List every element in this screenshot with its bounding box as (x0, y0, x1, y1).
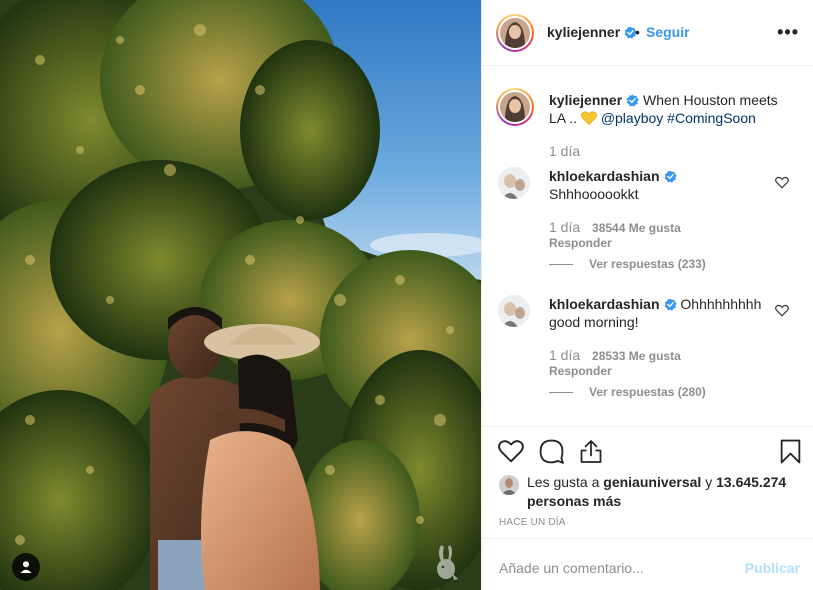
liker-username[interactable]: geniauniversal (603, 474, 701, 490)
likes-text: Les gusta a geniauniversal y 13.645.274 … (499, 473, 789, 511)
post-actions: Les gusta a geniauniversal y 13.645.274 … (482, 426, 813, 538)
publish-button[interactable]: Publicar (745, 560, 800, 576)
mention-link[interactable]: @playboy (601, 110, 663, 126)
follow-button[interactable]: Seguir (646, 24, 690, 40)
photo-scene (0, 0, 481, 590)
comment-text: khloekardashian Shhhoooookkt (549, 167, 764, 203)
likes-prefix: Les gusta a (527, 474, 600, 490)
post-header: kyliejenner • Seguir ••• (482, 0, 813, 66)
post-side-panel: kyliejenner • Seguir ••• kyliejenner Whe… (481, 0, 813, 590)
reply-button[interactable]: Responder (549, 364, 612, 378)
caption-avatar-image (500, 92, 530, 122)
comment-likes[interactable]: 28533 Me gusta (592, 349, 681, 363)
share-icon[interactable] (579, 439, 603, 464)
post-date[interactable]: HACE UN DÍA (499, 517, 566, 528)
liker-avatar-image (499, 475, 519, 495)
user-tag-icon (20, 561, 32, 573)
comment-avatar[interactable] (498, 167, 530, 199)
like-heart-icon[interactable] (498, 439, 524, 463)
hashtag-link[interactable]: #ComingSoon (667, 110, 756, 126)
separator-dot: • (635, 24, 640, 40)
caption-time[interactable]: 1 día (549, 143, 580, 159)
verified-badge-icon (664, 298, 677, 311)
more-options-icon[interactable]: ••• (777, 22, 799, 43)
save-bookmark-icon[interactable] (780, 439, 801, 464)
divider-line (549, 264, 573, 266)
comment-username[interactable]: khloekardashian (549, 168, 660, 184)
comment-meta: 1 día 38544 Me gusta (549, 219, 681, 235)
comment-time[interactable]: 1 día (549, 347, 580, 363)
playboy-bunny-logo (437, 545, 458, 580)
comment-likes[interactable]: 38544 Me gusta (592, 221, 681, 235)
comment-username[interactable]: khloekardashian (549, 296, 660, 312)
caption-text: kyliejenner When Houston meets LA .. @pl… (549, 91, 789, 127)
comment-text: khloekardashian Ohhhhhhhhh good morning! (549, 295, 764, 331)
liker-avatar[interactable] (499, 475, 519, 495)
comment-avatar-image (498, 295, 530, 327)
likes-joiner: y (705, 474, 713, 490)
like-comment-heart-icon[interactable] (775, 304, 789, 317)
view-replies-button[interactable]: Ver respuestas (280) (549, 385, 706, 399)
yellow-heart-icon (580, 111, 597, 126)
comment-input[interactable]: Añade un comentario... (499, 560, 644, 576)
user-tag-button[interactable] (12, 553, 40, 581)
comment-time[interactable]: 1 día (549, 219, 580, 235)
comment-meta: 1 día 28533 Me gusta (549, 347, 681, 363)
divider-line (549, 392, 573, 394)
caption-username[interactable]: kyliejenner (549, 92, 622, 108)
comment-avatar[interactable] (498, 295, 530, 327)
author-username-text[interactable]: kyliejenner (547, 24, 620, 40)
verified-badge-icon (664, 170, 677, 183)
view-replies-label[interactable]: Ver respuestas (280) (589, 385, 706, 399)
likes-summary: Les gusta a geniauniversal y 13.645.274 … (499, 473, 789, 511)
add-comment-bar: Añade un comentario... Publicar (482, 538, 813, 590)
verified-badge-icon (626, 94, 639, 107)
author-username[interactable]: kyliejenner (547, 24, 637, 40)
post-photo[interactable] (0, 0, 481, 590)
view-replies-label[interactable]: Ver respuestas (233) (589, 257, 706, 271)
reply-button[interactable]: Responder (549, 236, 612, 250)
comment-body: Shhhoooookkt (549, 186, 639, 202)
view-replies-button[interactable]: Ver respuestas (233) (549, 257, 706, 271)
author-avatar-image (500, 18, 530, 48)
author-avatar[interactable] (496, 14, 534, 52)
like-comment-heart-icon[interactable] (775, 176, 789, 189)
caption-avatar[interactable] (496, 88, 534, 126)
comment-bubble-icon[interactable] (539, 439, 564, 464)
comment-avatar-image (498, 167, 530, 199)
